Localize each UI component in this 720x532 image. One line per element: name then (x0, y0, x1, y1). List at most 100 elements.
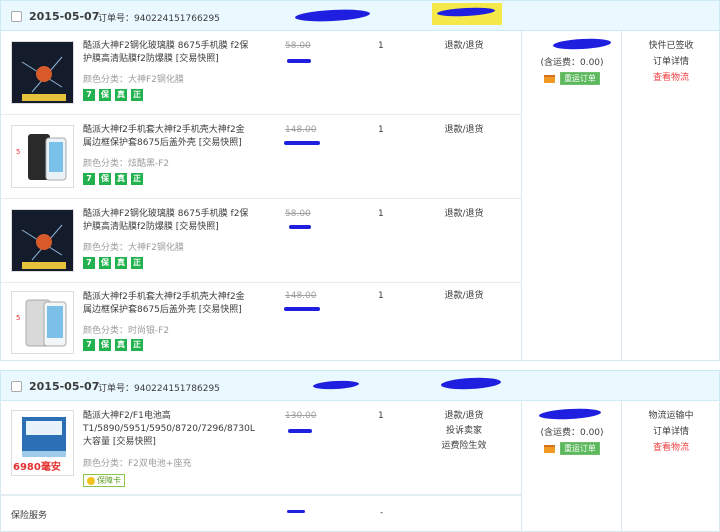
order-item: 酷派大神F2钢化玻璃膜 8675手机膜 f2保护膜高清贴膜f2防爆膜 [交易快照… (1, 199, 521, 283)
product-spec: 颜色分类：大神F2钢化膜 (83, 243, 184, 253)
redaction-mark (287, 510, 305, 513)
original-price: 148.00 (285, 125, 317, 135)
product-title[interactable]: 酷派大神F2/F1电池高T1/5890/5951/5950/8720/7296/… (83, 410, 255, 449)
service-tags: 7 保 真 正 (83, 339, 143, 351)
redaction-mark (287, 59, 311, 63)
product-spec: 颜色分类：时尚银-F2 (83, 326, 170, 336)
tag-genuine[interactable]: 正 (131, 257, 143, 269)
status-column: 快件已签收 订单详情 查看物流 (621, 38, 720, 86)
order-body: 6980毫安 酷派大神F2/F1电池高T1/5890/5951/5950/872… (0, 401, 720, 532)
reorder-button[interactable]: 重运订单 (559, 442, 600, 455)
order-detail-link[interactable]: 订单详情 (621, 424, 720, 440)
refund-link[interactable]: 退款/退货 (429, 123, 499, 138)
payment-column: (含运费：0.00) 重运订单 (523, 407, 621, 455)
order-header: 2015-05-07 订单号：940224151786295 (0, 370, 720, 401)
order-detail-link[interactable]: 订单详情 (621, 54, 720, 70)
tag-guarantee[interactable]: 保 (99, 173, 111, 185)
item-actions: 退款/退货 (429, 39, 499, 54)
order-item: 5 酷派大神f2手机套大神f2手机壳大神f2金属边框保护套8675后盖外壳 [交… (1, 283, 521, 361)
product-spec: 颜色分类：大神F2钢化膜 (83, 75, 184, 85)
product-title[interactable]: 酷派大神F2钢化玻璃膜 8675手机膜 f2保护膜高清贴膜f2防爆膜 [交易快照… (83, 40, 253, 66)
order-status: 物流运输中 (648, 411, 694, 421)
product-title[interactable]: 酷派大神f2手机套大神f2手机壳大神f2金属边框保护套8675后盖外壳 [交易快… (83, 291, 253, 317)
tag-authentic[interactable]: 真 (115, 257, 127, 269)
order-number: 订单号：940224151766295 (98, 14, 220, 24)
product-thumbnail[interactable] (11, 41, 74, 104)
redaction-mark (284, 141, 320, 145)
service-tags: 7 保 真 正 (83, 89, 143, 101)
service-tags: 7 保 真 正 (83, 257, 143, 269)
product-spec: 颜色分类：炫酷黑-F2 (83, 159, 170, 169)
item-actions: 退款/退货 (429, 123, 499, 138)
redaction-mark (538, 407, 602, 421)
order-item: 酷派大神F2钢化玻璃膜 8675手机膜 f2保护膜高清贴膜f2防爆膜 [交易快照… (1, 31, 521, 115)
quantity: 1 (378, 209, 384, 219)
shipping-insurance-link[interactable]: 运费险生效 (429, 439, 499, 454)
order-checkbox[interactable] (11, 11, 22, 22)
product-title[interactable]: 酷派大神F2钢化玻璃膜 8675手机膜 f2保护膜高清贴膜f2防爆膜 [交易快照… (83, 208, 253, 234)
tag-authentic[interactable]: 真 (115, 339, 127, 351)
refund-link[interactable]: 退款/退货 (429, 409, 499, 424)
product-thumbnail[interactable]: 6980毫安 (11, 410, 74, 476)
redaction-mark (552, 37, 612, 51)
order-date: 2015-05-07 (29, 380, 100, 393)
svg-text:5: 5 (16, 314, 20, 322)
order-date: 2015-05-07 (29, 10, 100, 23)
insurance-card-badge[interactable]: 保障卡 (83, 474, 125, 487)
order-body: 酷派大神F2钢化玻璃膜 8675手机膜 f2保护膜高清贴膜f2防爆膜 [交易快照… (0, 31, 720, 361)
quantity: 1 (378, 125, 384, 135)
redaction-mark (288, 429, 312, 433)
tag-7day[interactable]: 7 (83, 173, 95, 185)
tag-7day[interactable]: 7 (83, 257, 95, 269)
order-status: 快件已签收 (648, 41, 694, 51)
tag-genuine[interactable]: 正 (131, 89, 143, 101)
original-price: 58.00 (285, 41, 311, 51)
redaction-mark (284, 307, 320, 311)
order-item: 6980毫安 酷派大神F2/F1电池高T1/5890/5951/5950/872… (1, 401, 521, 495)
product-title[interactable]: 酷派大神f2手机套大神f2手机壳大神f2金属边框保护套8675后盖外壳 [交易快… (83, 124, 253, 150)
tag-genuine[interactable]: 正 (131, 339, 143, 351)
complain-seller-link[interactable]: 投诉卖家 (429, 424, 499, 439)
tag-7day[interactable]: 7 (83, 339, 95, 351)
original-price: 130.00 (285, 411, 317, 421)
refund-link[interactable]: 退款/退货 (429, 207, 499, 222)
tag-authentic[interactable]: 真 (115, 89, 127, 101)
service-label: 保险服务 (11, 511, 48, 521)
credit-card-icon (544, 74, 556, 83)
original-price: 148.00 (285, 291, 317, 301)
screen-protector-image (12, 42, 73, 103)
credit-card-icon (544, 444, 556, 453)
tag-guarantee[interactable]: 保 (99, 339, 111, 351)
screen-protector-image (12, 210, 73, 271)
phone-case-image: 5 (12, 126, 73, 187)
redaction-mark (312, 379, 360, 391)
product-thumbnail[interactable]: 5 (11, 291, 74, 354)
quantity: 1 (378, 411, 384, 421)
view-logistics-link[interactable]: 查看物流 (621, 440, 720, 456)
tag-genuine[interactable]: 正 (131, 173, 143, 185)
refund-link[interactable]: 退款/退货 (429, 39, 499, 54)
reorder-button[interactable]: 重运订单 (559, 72, 600, 85)
original-price: 58.00 (285, 209, 311, 219)
service-qty: - (380, 508, 384, 518)
tag-authentic[interactable]: 真 (115, 173, 127, 185)
status-column: 物流运输中 订单详情 查看物流 (621, 408, 720, 456)
insurance-card-label: 保障卡 (97, 476, 121, 485)
payment-column: (含运费：0.00) 重运订单 (523, 37, 621, 85)
order-header: 2015-05-07 订单号：940224151766295 (0, 0, 720, 31)
shield-icon (87, 476, 95, 485)
service-row: 保险服务 - (1, 495, 521, 532)
redaction-mark (294, 8, 371, 23)
tag-7day[interactable]: 7 (83, 89, 95, 101)
service-tags: 7 保 真 正 (83, 173, 143, 185)
tag-guarantee[interactable]: 保 (99, 257, 111, 269)
refund-link[interactable]: 退款/退货 (429, 289, 499, 304)
view-logistics-link[interactable]: 查看物流 (621, 70, 720, 86)
item-actions: 退款/退货 (429, 289, 499, 304)
redaction-mark (440, 376, 502, 391)
order-checkbox[interactable] (11, 381, 22, 392)
product-spec: 颜色分类：F2双电池+座充 (83, 459, 192, 469)
product-thumbnail[interactable] (11, 209, 74, 272)
tag-guarantee[interactable]: 保 (99, 89, 111, 101)
product-thumbnail[interactable]: 5 (11, 125, 74, 188)
